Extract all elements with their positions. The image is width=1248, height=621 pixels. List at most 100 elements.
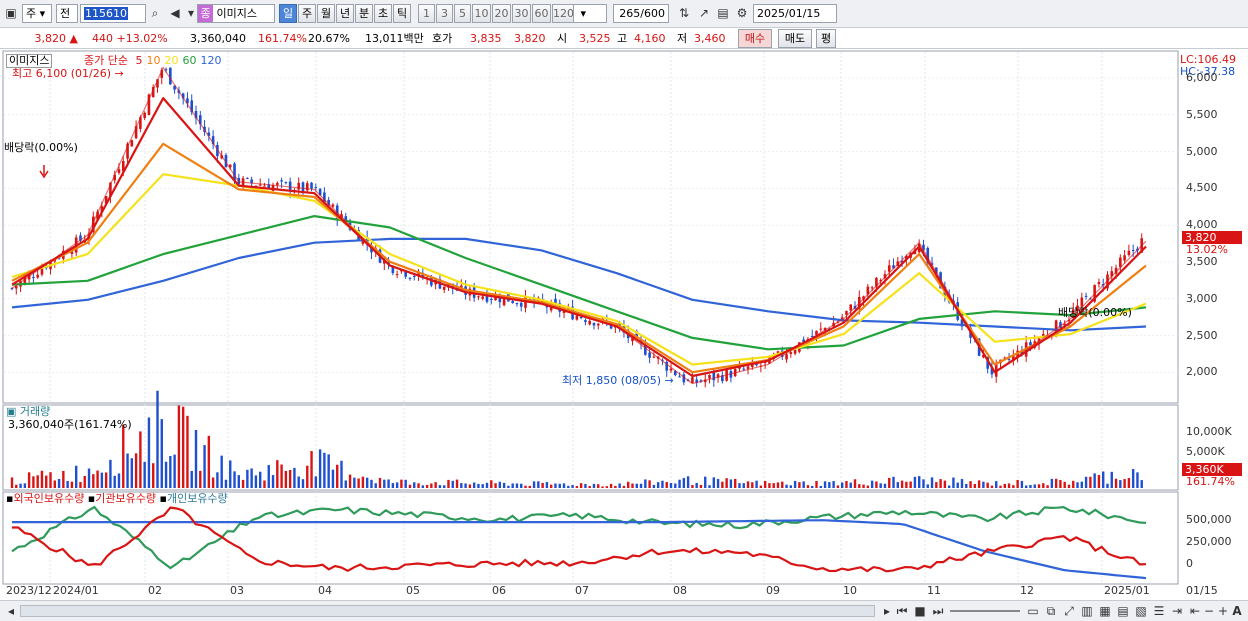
period-tab-0[interactable]: 일 [279,4,297,23]
interval-button-0[interactable]: 1 [418,4,435,23]
volume-bar [524,485,527,488]
candle-body [845,311,848,315]
search-icon[interactable]: ⌕ [146,4,164,23]
volume-bar [1016,479,1019,488]
volume-bar [785,484,788,488]
interval-button-2[interactable]: 5 [454,4,471,23]
interval-button-6[interactable]: 60 [532,4,551,23]
zoom-slider[interactable] [950,610,1020,612]
chart-area[interactable] [0,50,1248,600]
volume-bar [597,484,600,488]
volume-bar [1050,478,1054,488]
volume-bar [1076,482,1079,488]
volume-bar [438,485,442,488]
fit-icon[interactable]: ⇥ [1168,602,1186,621]
volume-bar [57,479,61,488]
volume-bar [468,484,472,488]
volume-bar [147,417,151,488]
volume-title[interactable]: ▣ 거래량 [6,406,50,418]
interval-button-7[interactable]: 120 [552,4,574,23]
low-label: 저 [677,32,688,45]
volume-bar [836,485,840,488]
period-tab-2[interactable]: 월 [317,4,335,23]
avg-button[interactable]: 평 [816,29,836,48]
rewind-icon[interactable]: ⏮ [893,602,911,621]
period-tab-4[interactable]: 분 [355,4,373,23]
volume-bar [686,476,690,488]
buy-button[interactable]: 매수 [738,29,772,48]
window-icon[interactable]: ▣ [2,4,20,23]
volume-bar [177,405,181,488]
compare-icon[interactable]: ⤢ [1060,602,1078,621]
split-icon[interactable]: ⧉ [1042,602,1060,621]
candle-body [887,265,891,272]
volume-bar [156,390,159,488]
period-tab-1[interactable]: 주 [298,4,316,23]
volume-bar [823,481,827,488]
volume-bar [507,485,510,488]
volume-bar [250,468,253,488]
volume-bar [781,481,784,488]
auto-icon[interactable]: A [1228,602,1246,621]
layout-icon[interactable]: ▭ [1024,602,1042,621]
prev-toggle[interactable]: 전 [56,4,78,23]
candle-body [746,366,750,369]
volume-bar [229,460,232,488]
sell-button[interactable]: 매도 [778,29,812,48]
x-axis-label: 10 [843,584,857,597]
scroll-left-icon[interactable]: ◂ [2,602,20,621]
volume-bar [344,480,347,488]
interval-button-3[interactable]: 10 [472,4,491,23]
volume-bar [900,480,904,488]
volume-bar [361,476,365,488]
chart-scrollbar[interactable]: ◂ ▸ ⏮ ■ ⏭ ▭ ⧉ ⤢ ▥ ▦ ▤ ▧ ☰ ⇥ ⇤ − + A [0,600,1248,621]
list-icon[interactable]: ☰ [1150,602,1168,621]
period-tab-5[interactable]: 초 [374,4,392,23]
price-tick: 4,500 [1186,181,1218,195]
volume-bar [284,470,288,488]
ma-legend: 종가 단순 5 10 20 60 120 [84,55,221,67]
x-axis-label: 12 [1020,584,1034,597]
candle-body [297,182,301,190]
stop-icon[interactable]: ■ [911,602,929,621]
market-select[interactable]: 주 ▾ [22,4,52,23]
volume-bar [665,482,668,488]
candle-body [412,275,416,277]
volume-bar [53,480,56,488]
line-icon[interactable]: ▧ [1132,602,1150,621]
grid-icon[interactable]: ▦ [1096,602,1114,621]
bar-icon[interactable]: ▥ [1078,602,1096,621]
date-field[interactable]: 2025/01/15 [753,4,837,23]
period-tab-6[interactable]: 틱 [393,4,411,23]
count-field[interactable]: 265/600 [613,4,669,23]
draw-icon[interactable]: ↗ [695,4,713,23]
interval-button-4[interactable]: 20 [492,4,511,23]
stock-name-field[interactable]: 종 이미지스 [197,4,275,23]
gear-icon[interactable]: ⚙ [733,4,751,23]
volume-bar [353,477,356,488]
forward-icon[interactable]: ⏭ [929,602,947,621]
volume-bar [49,472,52,488]
volume-bar [1007,483,1011,488]
chart-tool-icon[interactable]: ⇅ [675,4,693,23]
period-tab-3[interactable]: 년 [336,4,354,23]
volume-bar [173,454,176,488]
scroll-thumb[interactable] [20,605,875,617]
candle-body [849,304,853,311]
volume-bar [1106,483,1109,488]
volume-bar [704,476,707,488]
volume-bar [417,483,420,488]
price-panel-title[interactable]: 이미지스 [6,54,53,68]
interval-select[interactable]: ▾ [573,4,607,23]
interval-button-5[interactable]: 30 [512,4,531,23]
volume-bar [1046,485,1049,488]
candle-icon[interactable]: ▤ [1114,602,1132,621]
interval-button-1[interactable]: 3 [436,4,453,23]
volume-bar [828,482,831,488]
code-input[interactable]: 115610 [80,4,146,23]
volume-bar [520,483,523,488]
volume-bar [528,485,531,488]
save-icon[interactable]: ▤ [714,4,732,23]
volume-bar [588,485,591,488]
volume-bar [995,481,998,488]
